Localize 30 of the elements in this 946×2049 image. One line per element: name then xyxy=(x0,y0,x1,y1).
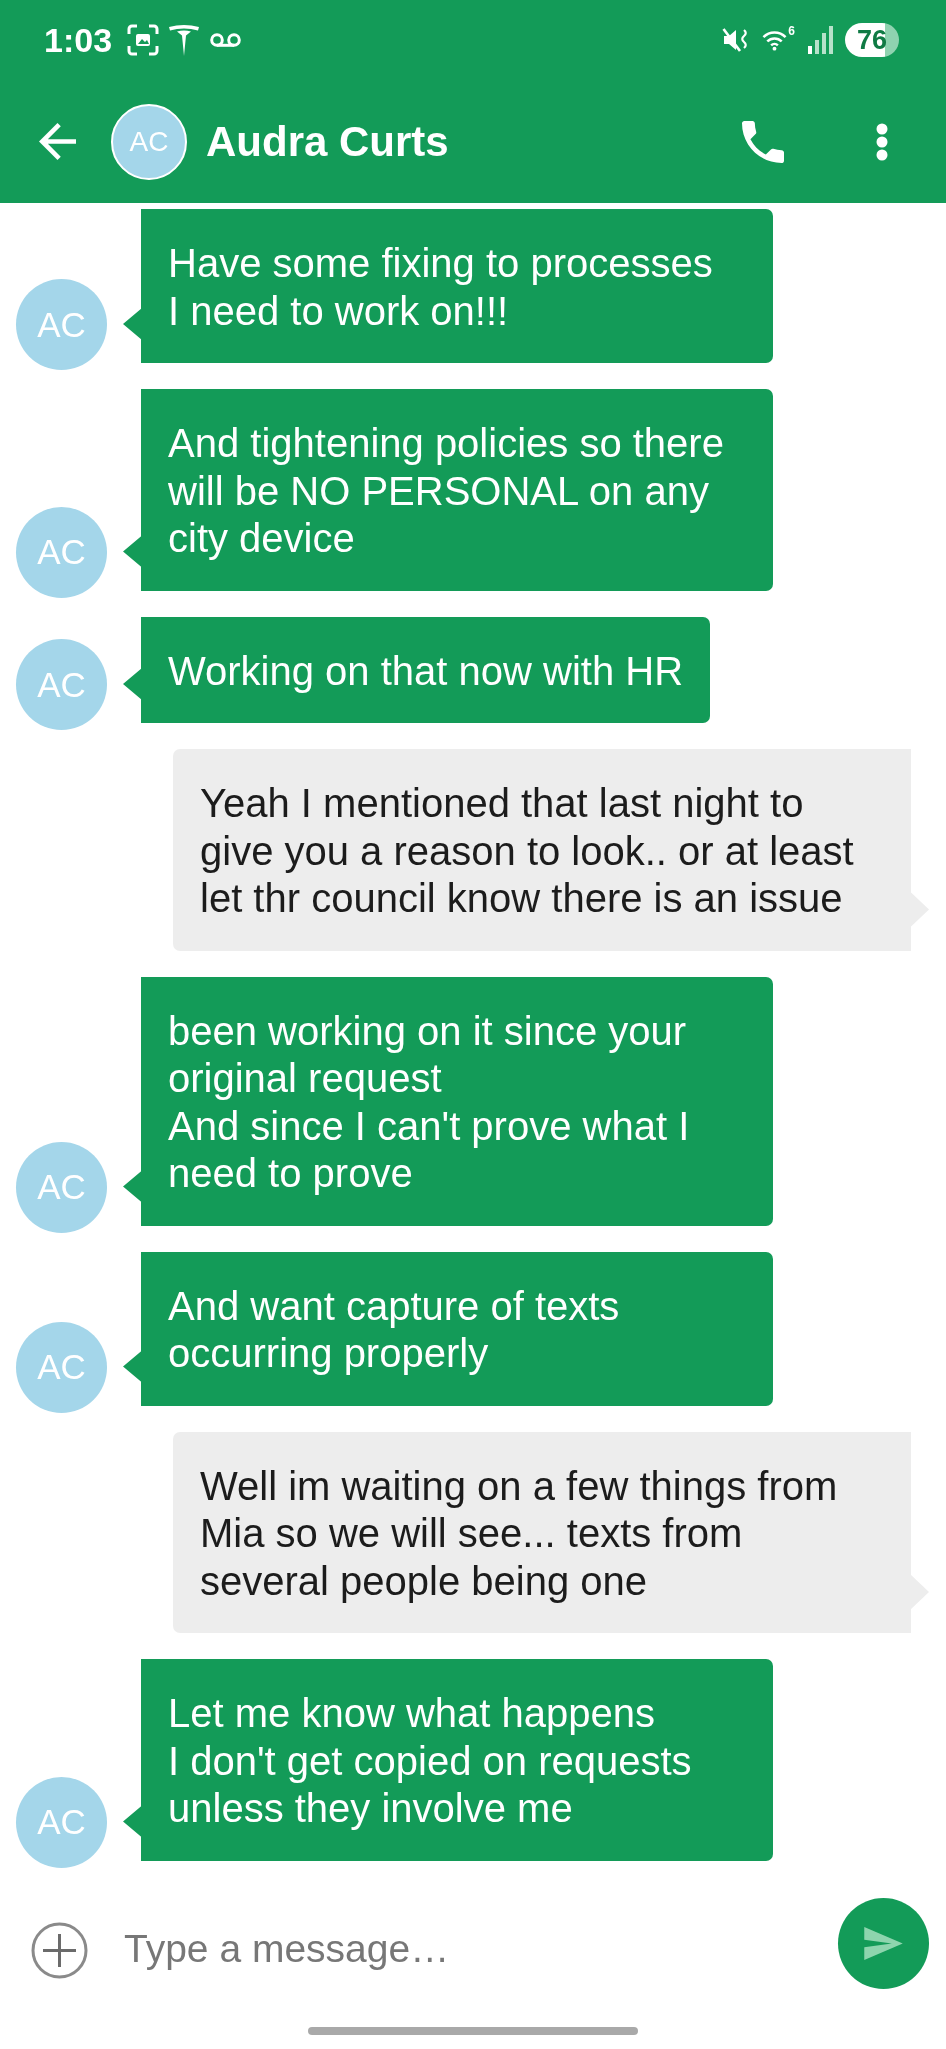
muted-speaker-icon xyxy=(722,26,750,54)
contact-avatar: AC xyxy=(16,1776,107,1868)
received-message-bubble: Have some fixing to processes I need to work on!!! xyxy=(123,209,773,363)
battery-indicator: 76 xyxy=(845,23,899,57)
wifi-icon xyxy=(762,29,788,51)
signal-icon xyxy=(808,26,833,54)
contact-avatar: AC xyxy=(16,279,107,370)
image-frame-icon xyxy=(127,24,160,56)
more-options-icon[interactable] xyxy=(876,122,888,161)
contact-name: Audra Curts xyxy=(206,116,449,167)
received-message-bubble: been working on it since your original request And since I can't prove what I need to prove xyxy=(123,976,773,1226)
sent-message-bubble: Well im waiting on a few things from Mia so we will see... texts from several people being one xyxy=(173,1431,929,1633)
contact-avatar: AC xyxy=(16,1321,107,1413)
message-input[interactable]: Type a message… xyxy=(124,1925,820,1973)
phone-icon[interactable] xyxy=(742,120,784,163)
contact-avatar: AC xyxy=(16,506,107,598)
sent-message-bubble: Yeah I mentioned that last night to give you a reason to look.. or at least let thr council know there is an issue xyxy=(173,749,929,951)
contact-avatar: AC xyxy=(111,103,187,180)
received-message-bubble: And tightening policies so there will be NO PERSONAL on any city device xyxy=(123,389,773,591)
voicemail-icon xyxy=(210,33,242,47)
received-message-bubble: Let me know what happens I don't get copied on requests unless they involve me xyxy=(123,1659,773,1861)
contact-avatar: AC xyxy=(16,1141,107,1233)
clock-time: 1:03 xyxy=(44,20,113,60)
wifi-standard-label: 6 xyxy=(788,25,795,37)
received-message-bubble: Working on that now with HR xyxy=(123,616,711,723)
contact-avatar: AC xyxy=(16,639,107,730)
back-arrow-icon[interactable] xyxy=(39,123,76,160)
received-message-bubble: And want capture of texts occurring properly xyxy=(123,1251,773,1406)
add-icon[interactable] xyxy=(31,1921,88,1979)
send-icon xyxy=(864,1927,903,1960)
